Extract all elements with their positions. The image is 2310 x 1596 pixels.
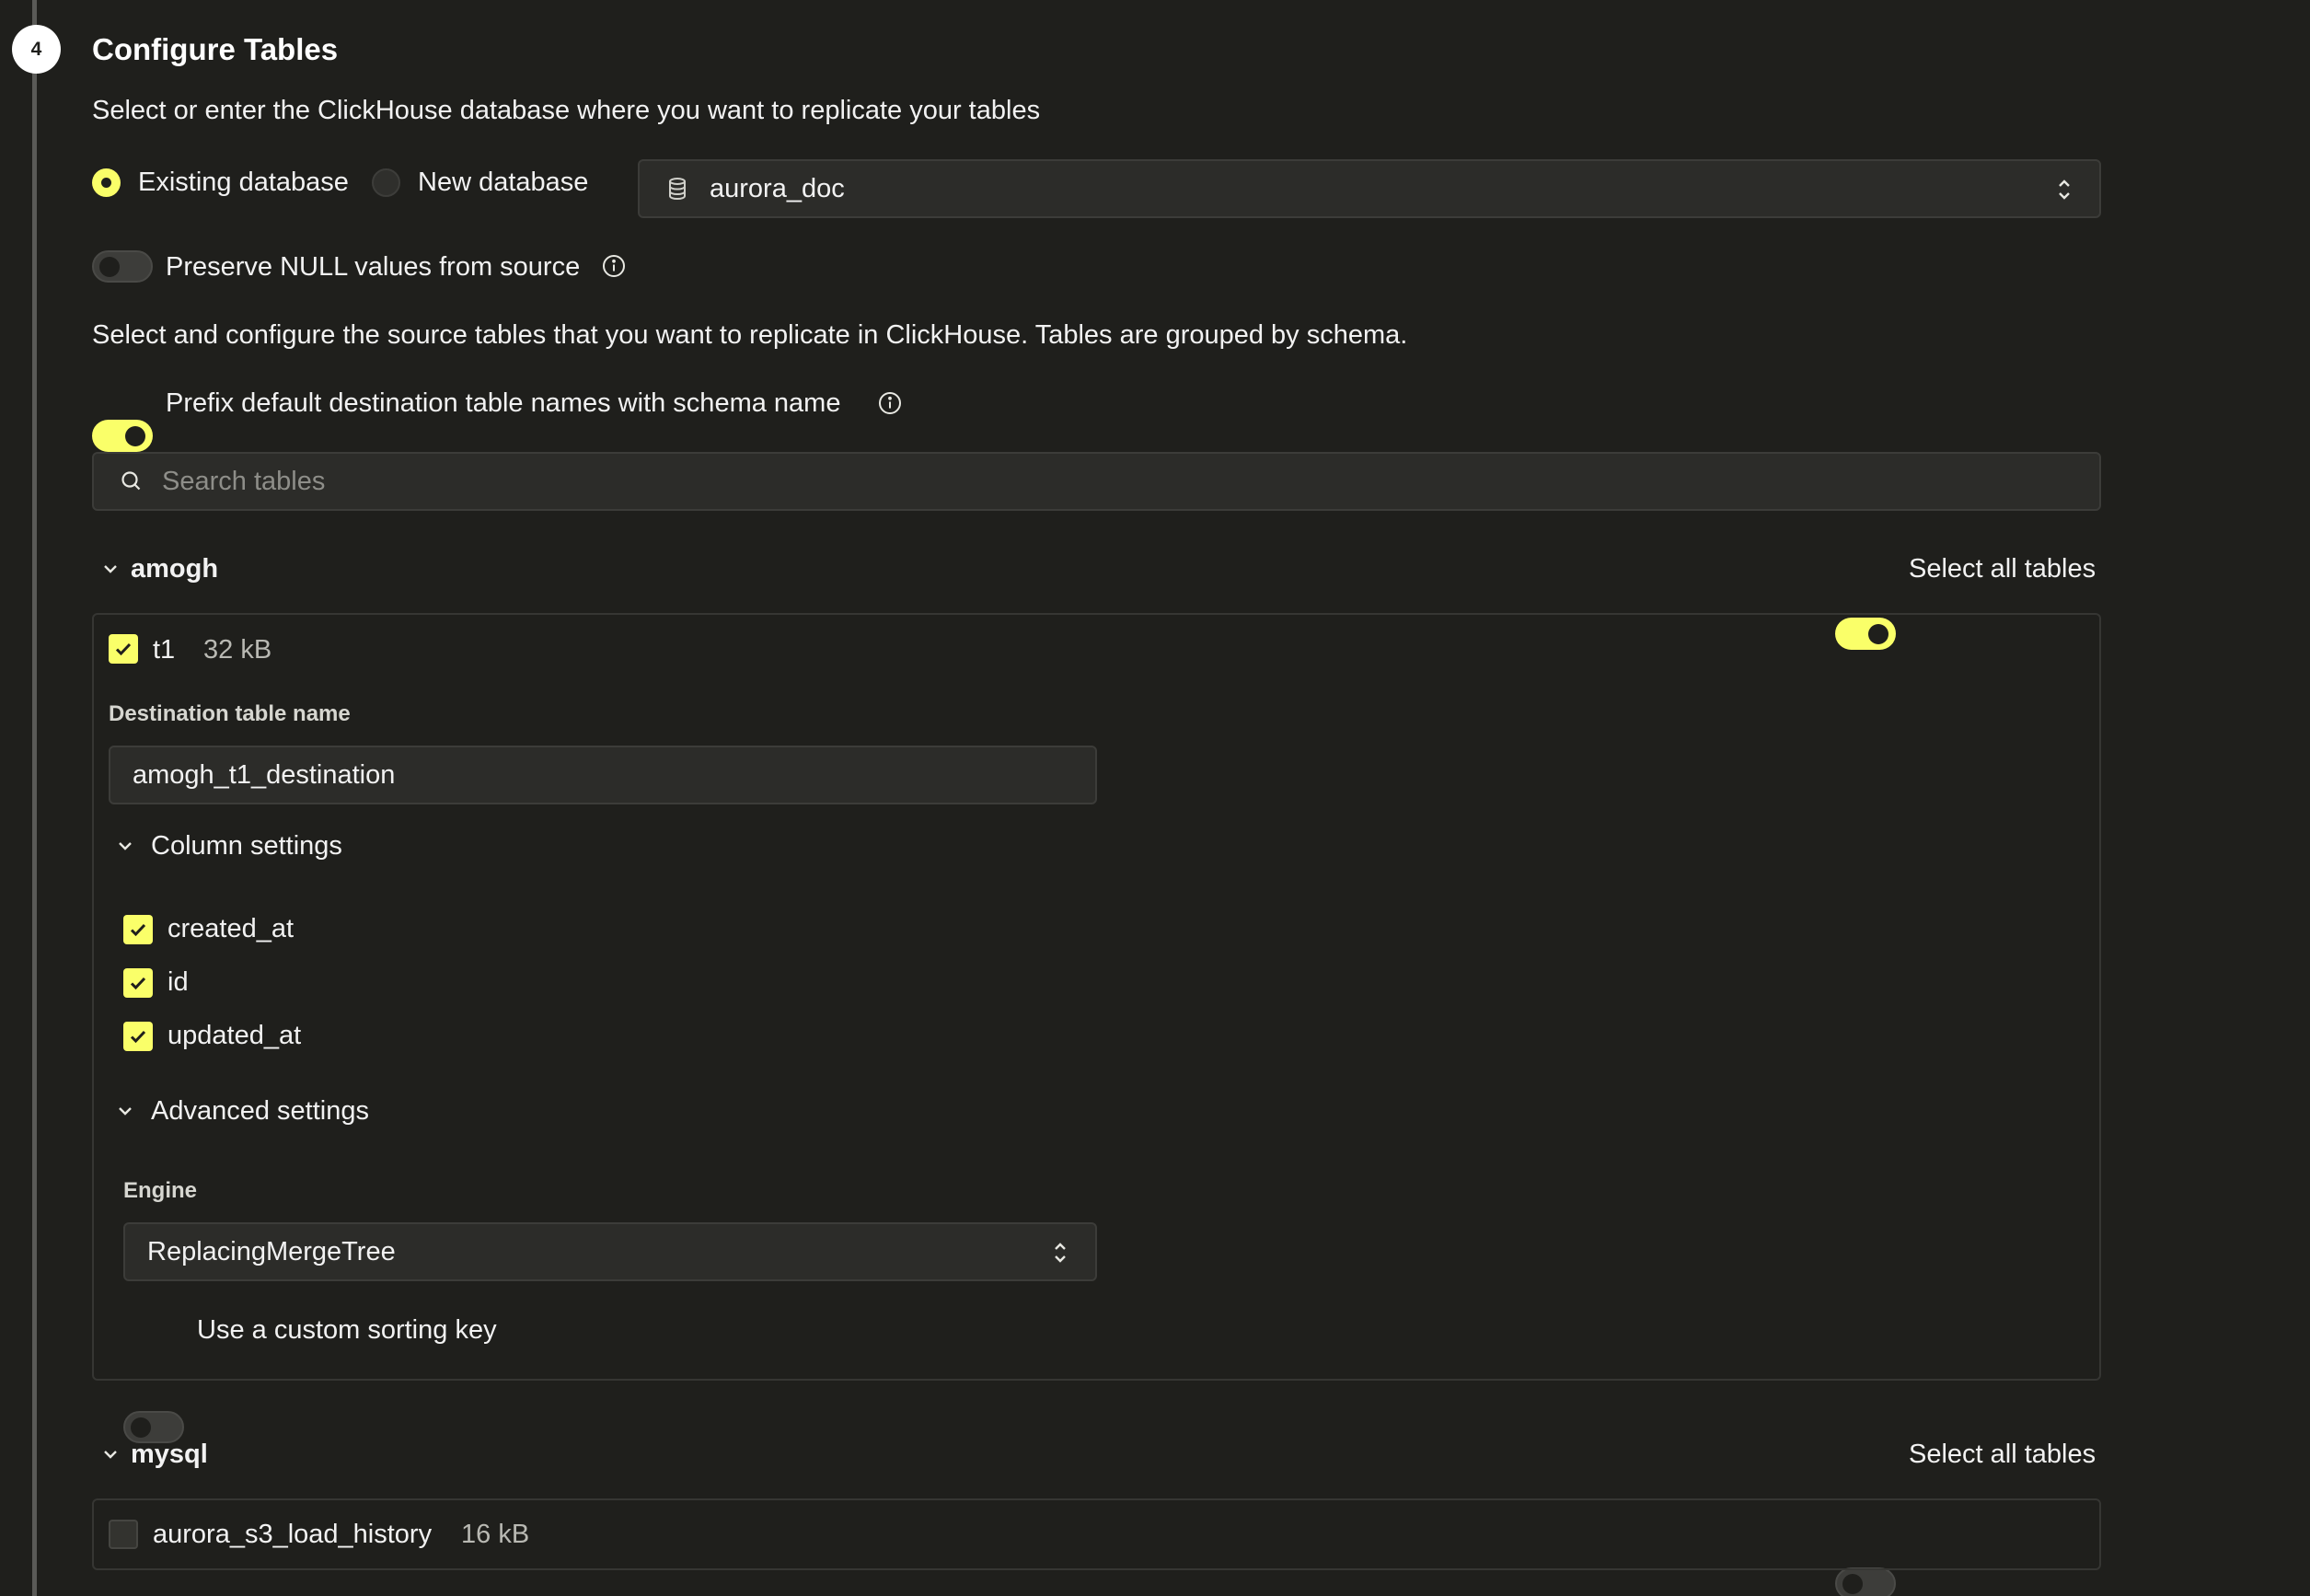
table-checkbox-aurora-s3-load-history[interactable] — [109, 1520, 138, 1549]
preserve-null-toggle[interactable] — [92, 250, 153, 283]
chevron-down-icon — [101, 1445, 120, 1463]
schema-name: amogh — [131, 554, 219, 584]
engine-select-value: ReplacingMergeTree — [147, 1237, 396, 1266]
section-title: Configure Tables — [92, 32, 339, 66]
column-checkbox-id[interactable] — [123, 968, 153, 998]
chevron-updown-icon — [1053, 1241, 1068, 1265]
info-icon[interactable] — [878, 391, 902, 420]
column-name: id — [167, 967, 189, 997]
select-all-label: Select all tables — [1909, 554, 2096, 584]
database-icon — [667, 177, 687, 201]
column-settings-toggle[interactable]: Column settings — [116, 829, 342, 862]
custom-sort-key-label: Use a custom sorting key — [197, 1315, 497, 1345]
table-size: 16 kB — [461, 1520, 530, 1549]
database-description: Select or enter the ClickHouse database … — [92, 96, 1041, 125]
engine-select[interactable]: ReplacingMergeTree — [123, 1222, 1097, 1281]
schema-header-mysql[interactable]: mysql — [101, 1438, 208, 1471]
table-name: aurora_s3_load_history — [153, 1520, 433, 1549]
tables-description: Select and configure the source tables t… — [92, 320, 1408, 350]
column-settings-label: Column settings — [151, 831, 342, 861]
column-name: updated_at — [167, 1021, 302, 1050]
destination-table-input[interactable]: amogh_t1_destination — [109, 746, 1097, 804]
search-tables-input[interactable]: Search tables — [92, 452, 2101, 511]
preserve-null-label: Preserve NULL values from source — [166, 252, 581, 282]
chevron-down-icon — [101, 560, 120, 578]
chevron-updown-icon — [2057, 178, 2072, 202]
destination-table-value: amogh_t1_destination — [133, 760, 396, 790]
table-checkbox-t1[interactable] — [109, 634, 138, 664]
database-select[interactable]: aurora_doc — [638, 159, 2101, 218]
advanced-settings-toggle[interactable]: Advanced settings — [116, 1094, 369, 1128]
select-all-label: Select all tables — [1909, 1440, 2096, 1469]
schema-name: mysql — [131, 1440, 208, 1469]
new-database-radio[interactable]: New database — [372, 166, 588, 199]
destination-table-label: Destination table name — [109, 701, 351, 726]
radio-unselected-indicator[interactable] — [372, 168, 400, 197]
column-checkbox-created-at[interactable] — [123, 915, 153, 944]
search-placeholder: Search tables — [162, 467, 326, 496]
radio-selected-indicator[interactable] — [92, 168, 121, 197]
table-size: 32 kB — [203, 635, 272, 665]
select-all-toggle-mysql[interactable] — [1835, 1567, 1896, 1596]
prefix-schema-toggle[interactable] — [92, 420, 153, 452]
schema-header-amogh[interactable]: amogh — [101, 552, 218, 585]
existing-database-label: Existing database — [138, 168, 349, 197]
table-name: t1 — [153, 635, 176, 665]
advanced-settings-label: Advanced settings — [151, 1096, 369, 1126]
step-number-badge: 4 — [12, 25, 61, 74]
step-connector-line — [32, 0, 37, 1596]
new-database-label: New database — [418, 168, 589, 197]
column-name: created_at — [167, 914, 295, 943]
search-icon — [120, 469, 144, 493]
column-checkbox-updated-at[interactable] — [123, 1022, 153, 1051]
chevron-down-icon — [116, 1102, 134, 1120]
database-select-value: aurora_doc — [710, 174, 845, 203]
info-icon[interactable] — [602, 254, 626, 283]
engine-label: Engine — [123, 1178, 198, 1203]
existing-database-radio[interactable]: Existing database — [92, 166, 349, 199]
prefix-schema-label: Prefix default destination table names w… — [166, 388, 841, 418]
chevron-down-icon — [116, 837, 134, 855]
